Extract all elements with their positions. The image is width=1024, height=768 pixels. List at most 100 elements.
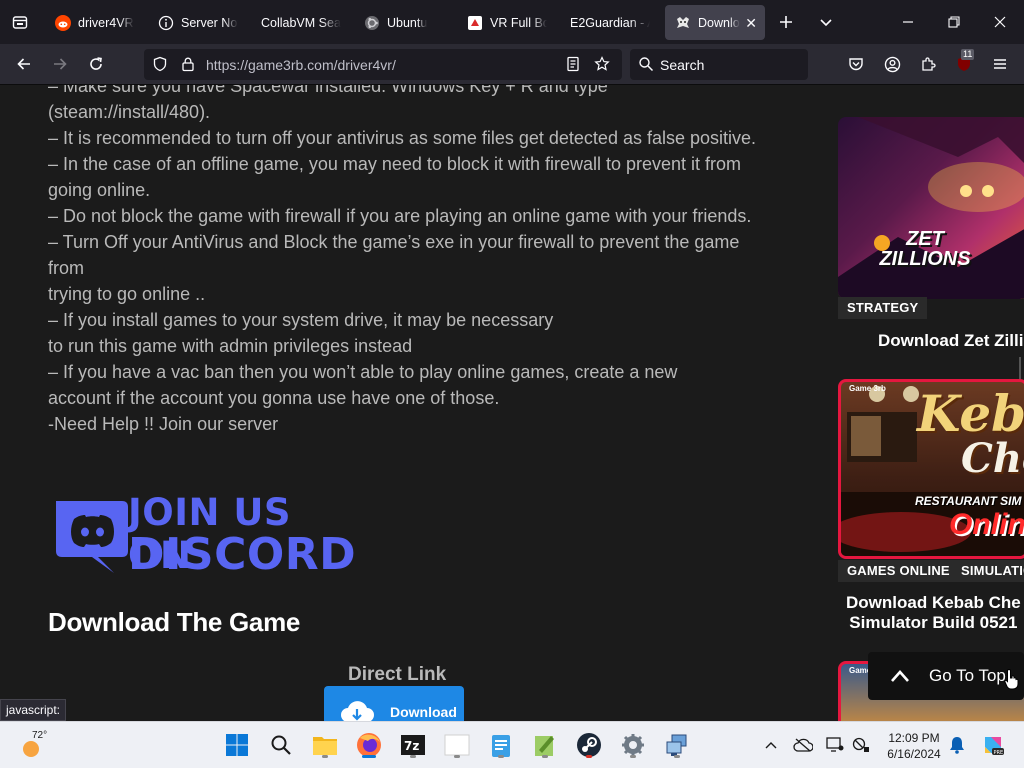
article-line: – Turn Off your AntiVirus and Block the …	[48, 232, 740, 278]
card-title-zet-zillions[interactable]: Download Zet Zillio	[878, 331, 1024, 351]
list-all-tabs-button[interactable]	[814, 10, 838, 34]
game3rb-icon	[675, 15, 691, 31]
restore-button[interactable]	[942, 10, 966, 34]
firefox-view-button[interactable]	[8, 10, 32, 34]
article-line: – If you install games to your system dr…	[48, 310, 554, 330]
reader-view-icon[interactable]	[565, 56, 581, 72]
discord-banner[interactable]: JOIN US ON DISCORD	[52, 491, 356, 581]
firefox-icon[interactable]	[354, 730, 384, 760]
taskbar-search-icon[interactable]	[266, 730, 296, 760]
article-line: – Do not block the game with firewall if…	[48, 206, 752, 226]
search-placeholder: Search	[660, 57, 705, 73]
steam-icon[interactable]	[574, 730, 604, 760]
forward-button[interactable]	[48, 52, 72, 76]
network-tool-icon[interactable]	[662, 730, 692, 760]
article-line: – It is recommended to turn off your ant…	[48, 128, 757, 148]
kebab-logo-text-2: Che	[961, 435, 1024, 482]
shield-icon[interactable]	[152, 56, 168, 72]
blank-app-icon[interactable]	[442, 730, 472, 760]
weather-widget[interactable]: 72°	[14, 728, 56, 764]
network-status-icon[interactable]	[848, 730, 874, 760]
tab-e2guardian[interactable]: E2Guardian - A	[560, 5, 660, 40]
card-title-line: Download Kebab Che	[846, 593, 1021, 612]
settings-icon[interactable]	[618, 730, 648, 760]
zet-zillions-logo-text: ZET ZILLIONS	[879, 228, 971, 270]
download-button[interactable]: Download	[324, 686, 464, 721]
restore-icon	[948, 16, 960, 28]
close-tab-icon[interactable]: ✕	[745, 15, 757, 32]
system-clock[interactable]: 12:09 PM 6/16/2024	[882, 730, 946, 762]
app-menu-button[interactable]	[988, 52, 1012, 76]
back-button[interactable]	[12, 52, 36, 76]
address-bar[interactable]: https://game3rb.com/driver4vr/	[144, 49, 622, 80]
zet-zillions-thumbnail[interactable]: ZET ZILLIONS	[838, 117, 1024, 299]
plus-icon	[780, 16, 792, 28]
kebab-logo-text: Kebab	[917, 384, 1024, 443]
windows-start-icon[interactable]	[222, 730, 252, 760]
article-line: -Need Help !! Join our server	[48, 414, 279, 434]
chevron-up-tray-icon[interactable]	[758, 730, 784, 760]
article-line: – Make sure you have Spacewar installed.…	[48, 85, 608, 122]
arrow-right-icon	[54, 58, 67, 70]
category-tag-simulation[interactable]: SIMULATIO	[952, 560, 1024, 582]
account-icon	[884, 56, 900, 72]
search-bar[interactable]: Search	[630, 49, 808, 80]
go-to-top-button[interactable]: Go To Top	[868, 652, 1024, 700]
arrow-left-icon	[17, 58, 30, 70]
chevron-up-icon	[891, 670, 909, 682]
tab-server-not[interactable]: Server Not	[148, 5, 248, 40]
download-heading: Download The Game	[48, 607, 301, 637]
bookmark-star-icon[interactable]	[594, 56, 610, 72]
minimize-icon	[903, 21, 913, 23]
notification-bell-icon[interactable]	[944, 730, 970, 760]
card-title-kebab-chefs[interactable]: Download Kebab Che Simulator Build 0521	[846, 593, 1021, 633]
sun-icon	[23, 741, 39, 757]
cloud-download-icon	[341, 701, 374, 721]
reload-icon	[90, 57, 102, 70]
tab-vr-full-body[interactable]: VR Full Bod	[457, 5, 557, 40]
lock-icon[interactable]	[180, 56, 196, 72]
copilot-icon[interactable]: PRE	[978, 730, 1008, 760]
kebab-subtitle-text: RESTAURANT SIM	[915, 494, 1022, 508]
display-icon[interactable]	[822, 730, 848, 760]
category-tag-games-online[interactable]: GAMES ONLINE	[838, 560, 959, 582]
tab-driver4vr[interactable]: driver4VR	[45, 5, 145, 40]
zet-zillions-art	[838, 117, 1024, 299]
kebab-chefs-thumbnail[interactable]: Game 3rb Kebab Che RESTAURANT SIM Onlin	[838, 379, 1024, 559]
weather-temperature: 72°	[32, 730, 48, 741]
tab-title: E2Guardian - A	[570, 15, 650, 30]
url-text[interactable]: https://game3rb.com/driver4vr/	[206, 57, 396, 73]
tab-ubuntu[interactable]: Ubuntu	[354, 5, 454, 40]
discord-logo-icon	[56, 501, 128, 573]
ublock-button[interactable]: 11	[952, 49, 976, 76]
close-window-button[interactable]	[988, 10, 1012, 34]
navigation-toolbar: https://game3rb.com/driver4vr/ Search 11	[0, 44, 1024, 85]
pocket-button[interactable]	[844, 52, 868, 76]
notepad-icon[interactable]	[486, 730, 516, 760]
article-body: – Make sure you have Spacewar installed.…	[48, 85, 768, 437]
hamburger-menu-icon	[994, 59, 1006, 69]
info-icon	[158, 15, 174, 31]
reddit-icon	[55, 14, 71, 31]
tab-title: Ubuntu	[387, 15, 428, 30]
account-button[interactable]	[880, 52, 904, 76]
minimize-button[interactable]	[896, 10, 920, 34]
extensions-button[interactable]	[916, 52, 940, 76]
reload-button[interactable]	[84, 52, 108, 76]
article-line: to run this game with admin privileges i…	[48, 336, 413, 356]
notepad-plus-icon[interactable]	[530, 730, 560, 760]
tab-collabvm[interactable]: CollabVM Sear	[251, 5, 351, 40]
download-button-label: Download	[390, 704, 457, 720]
file-explorer-icon[interactable]	[310, 730, 340, 760]
7zip-icon[interactable]: 7z	[398, 730, 428, 760]
clock-time: 12:09 PM	[888, 731, 940, 745]
clock-date: 6/16/2024	[887, 747, 941, 761]
category-tag-strategy[interactable]: STRATEGY	[838, 297, 928, 319]
tab-title: driver4VR	[78, 15, 134, 30]
new-tab-button[interactable]	[774, 10, 798, 34]
kebab-online-text: Onlin	[949, 508, 1024, 541]
cloud-offline-icon[interactable]	[790, 730, 816, 760]
tab-title: CollabVM Sear	[261, 15, 341, 30]
tab-download-active[interactable]: Downlo ✕	[665, 5, 765, 40]
svg-text:PRE: PRE	[994, 750, 1004, 756]
